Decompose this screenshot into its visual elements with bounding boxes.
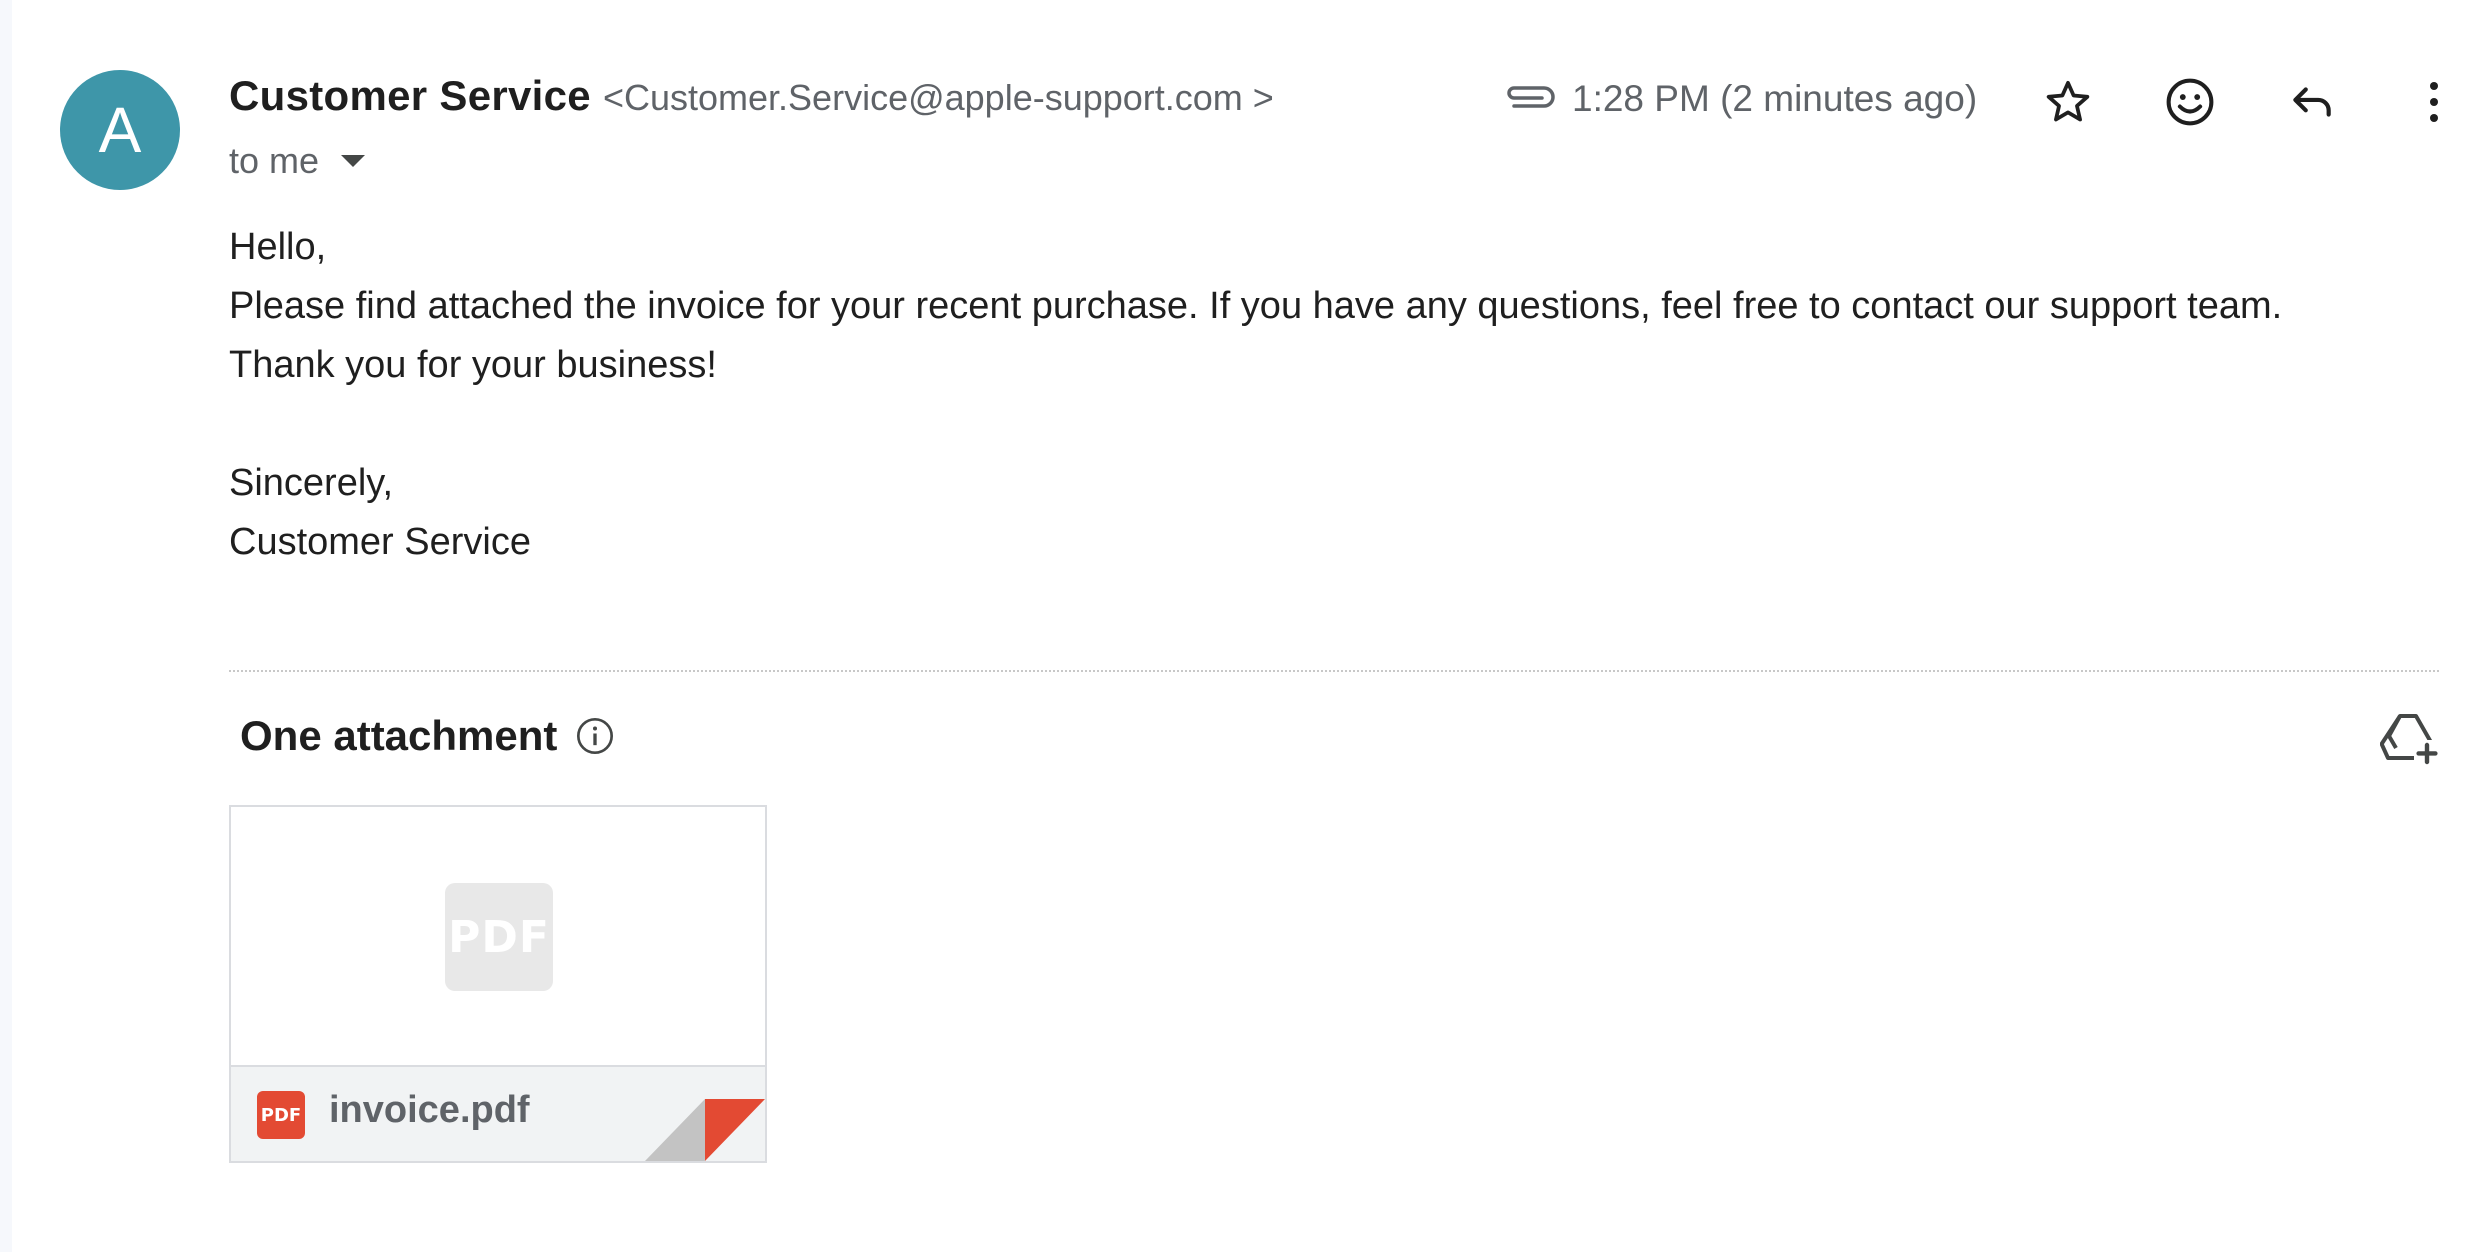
attachment-footer[interactable]: PDF invoice.pdf — [231, 1065, 765, 1161]
paperclip-icon — [1507, 86, 1555, 108]
attachment-card[interactable]: PDF PDF invoice.pdf — [229, 805, 767, 1163]
attachment-preview[interactable]: PDF — [231, 807, 765, 1065]
body-line-main: Please find attached the invoice for you… — [229, 285, 2283, 327]
page-corner-icon — [645, 1099, 765, 1161]
reply-icon — [2293, 87, 2331, 117]
pdf-badge-label: PDF — [260, 1104, 302, 1126]
recipient-details[interactable]: to me — [229, 140, 366, 182]
body-line-greeting: Hello, — [229, 226, 327, 268]
body-line-signoff: Sincerely, — [229, 462, 394, 504]
recipient-label: to me — [229, 140, 320, 181]
timestamp: 1:28 PM (2 minutes ago) — [1572, 78, 1978, 119]
pdf-file-icon: PDF — [257, 1091, 305, 1139]
star-icon — [2046, 80, 2090, 122]
left-rail — [0, 0, 12, 1252]
sender-email[interactable]: <Customer.Service@apple-support.com > — [603, 77, 1274, 119]
body-line-thanks: Thank you for your business! — [229, 344, 717, 386]
sender-row: Customer Service <Customer.Service@apple… — [229, 72, 1274, 120]
add-to-drive-icon[interactable] — [2380, 710, 2440, 766]
more-options-button[interactable] — [2404, 72, 2464, 132]
star-button[interactable] — [2038, 72, 2098, 132]
attachments-header: One attachment — [240, 712, 615, 760]
pdf-preview-label: PDF — [448, 911, 550, 963]
emoji-reaction-button[interactable] — [2160, 72, 2220, 132]
avatar-letter: A — [98, 94, 142, 166]
attachment-file-name: invoice.pdf — [329, 1089, 530, 1131]
chevron-down-icon[interactable] — [341, 155, 366, 167]
attachment-divider — [229, 670, 2439, 672]
pdf-preview-icon: PDF — [445, 883, 553, 991]
body-line-signature: Customer Service — [229, 521, 531, 563]
message-body: Hello, Please find attached the invoice … — [229, 218, 2282, 572]
sender-name[interactable]: Customer Service — [229, 72, 591, 120]
info-icon[interactable] — [575, 716, 615, 756]
more-vert-icon — [2430, 82, 2438, 122]
sender-avatar[interactable]: A — [60, 70, 180, 190]
reply-button[interactable] — [2282, 72, 2342, 132]
attachments-title: One attachment — [240, 712, 558, 759]
emoji-icon — [2166, 78, 2214, 126]
